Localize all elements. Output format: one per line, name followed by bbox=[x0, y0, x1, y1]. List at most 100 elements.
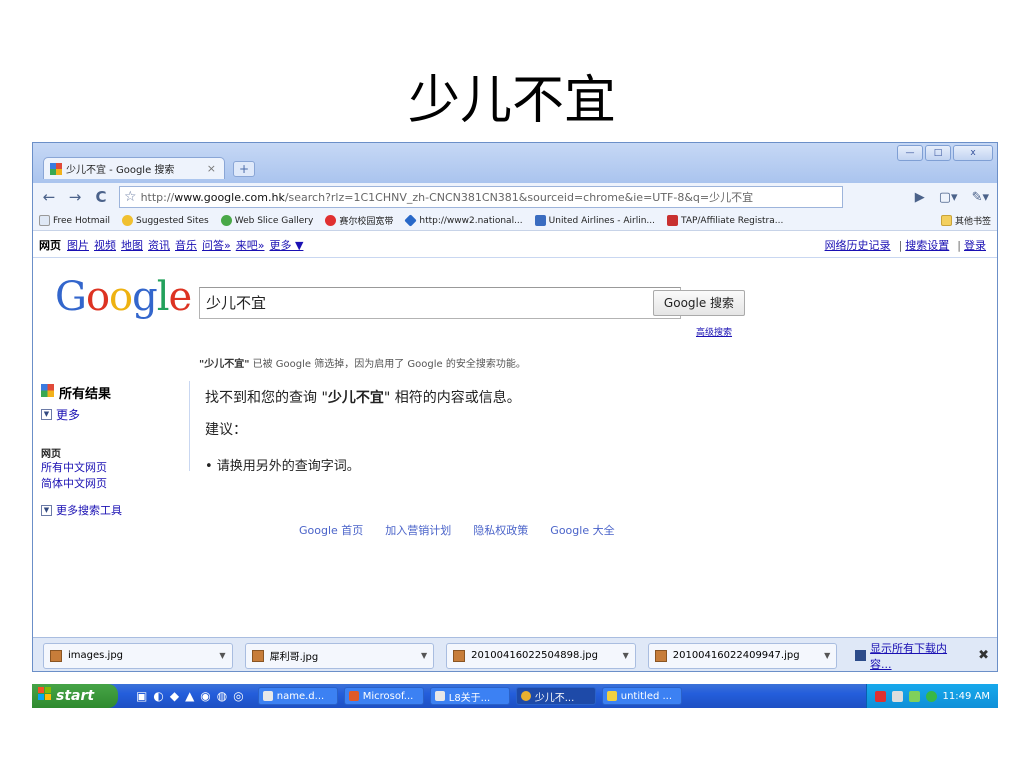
download-icon bbox=[855, 650, 867, 661]
gbar-link-images[interactable]: 图片 bbox=[67, 237, 89, 253]
maximize-button[interactable]: □ bbox=[925, 145, 951, 161]
suggestion-item: • 请换用另外的查询字词。 bbox=[205, 459, 360, 474]
google-search-button[interactable]: Google 搜索 bbox=[653, 290, 745, 316]
diamond-icon bbox=[404, 214, 418, 227]
footer-link-ads[interactable]: 加入营销计划 bbox=[385, 522, 451, 538]
minimize-button[interactable]: — bbox=[897, 145, 923, 161]
bookmark-star-icon[interactable]: ☆ bbox=[124, 189, 137, 205]
bookmark-item[interactable]: http://www2.national... bbox=[404, 214, 523, 227]
footer-link-home[interactable]: Google 首页 bbox=[299, 522, 363, 538]
bookmark-item[interactable]: Suggested Sites bbox=[122, 215, 209, 226]
download-item[interactable]: 犀利哥.jpg ▼ bbox=[244, 642, 435, 669]
back-icon[interactable]: ← bbox=[39, 188, 59, 206]
taskbar-button[interactable]: name.d... bbox=[257, 687, 338, 705]
quick-launch-icon[interactable]: ◍ bbox=[217, 689, 227, 703]
quick-launch-icon[interactable]: ◉ bbox=[200, 689, 210, 703]
quick-launch-icon[interactable]: ◆ bbox=[170, 689, 179, 703]
bookmark-item[interactable]: Web Slice Gallery bbox=[220, 215, 313, 226]
chevron-down-icon[interactable]: ▼ bbox=[824, 651, 830, 660]
download-item[interactable]: images.jpg ▼ bbox=[43, 642, 233, 669]
sign-in-link[interactable]: 登录 bbox=[964, 239, 986, 252]
document-icon bbox=[262, 691, 273, 701]
tray-icon[interactable] bbox=[874, 690, 886, 702]
gbar-link-music[interactable]: 音乐 bbox=[175, 237, 197, 253]
google-logo[interactable]: Google bbox=[55, 274, 192, 320]
tab-close-icon[interactable]: × bbox=[207, 162, 216, 175]
taskbar-button-active[interactable]: 少儿不... bbox=[515, 687, 596, 705]
taskbar-button[interactable]: L8关于... bbox=[429, 687, 510, 705]
paint-icon bbox=[606, 691, 617, 701]
download-item[interactable]: 20100416022409947.jpg ▼ bbox=[647, 642, 838, 669]
quick-launch-icon[interactable]: ◐ bbox=[153, 689, 163, 703]
gbar-link-answers[interactable]: 问答» bbox=[202, 237, 231, 253]
taskbar-button[interactable]: untitled ... bbox=[601, 687, 682, 705]
wrench-icon[interactable]: ✎▾ bbox=[972, 190, 989, 205]
bookmark-item[interactable]: United Airlines - Airlin... bbox=[534, 215, 655, 226]
quick-launch-icon[interactable]: ▣ bbox=[136, 689, 147, 703]
all-results[interactable]: 所有结果 bbox=[41, 383, 181, 402]
sidebar-more[interactable]: ▼ 更多 bbox=[41, 406, 181, 423]
window-controls: — □ x bbox=[897, 145, 993, 161]
download-item[interactable]: 20100416022504898.jpg ▼ bbox=[446, 642, 636, 669]
bookmarks-bar: Free Hotmail Suggested Sites Web Slice G… bbox=[33, 211, 997, 231]
tap-icon bbox=[667, 215, 679, 226]
other-bookmarks[interactable]: 其他书签 bbox=[940, 214, 991, 227]
document-icon bbox=[434, 691, 445, 701]
taskbar-button[interactable]: Microsof... bbox=[343, 687, 424, 705]
sidebar-link-all-chinese[interactable]: 所有中文网页 bbox=[41, 460, 181, 476]
web-history-link[interactable]: 网络历史记录 bbox=[825, 239, 891, 252]
gbar-link-video[interactable]: 视频 bbox=[94, 237, 116, 253]
bookmark-item[interactable]: 赛尔校园宽带 bbox=[325, 214, 393, 227]
close-window-button[interactable]: x bbox=[953, 145, 993, 161]
search-settings-link[interactable]: 搜索设置 bbox=[905, 239, 949, 252]
footer-link-all[interactable]: Google 大全 bbox=[550, 522, 614, 538]
sidebar-section-web: 网页 bbox=[41, 449, 61, 460]
close-downloads-icon[interactable]: ✖ bbox=[978, 648, 989, 663]
go-icon[interactable]: ▶ bbox=[915, 190, 925, 205]
chevron-down-icon[interactable]: ▼ bbox=[219, 651, 225, 660]
chevron-down-icon[interactable]: ▼ bbox=[623, 651, 629, 660]
left-sidebar: 所有结果 ▼ 更多 网页 所有中文网页 简体中文网页 ▼ 更多搜索工具 bbox=[41, 383, 181, 518]
network-icon[interactable] bbox=[908, 690, 920, 702]
shield-icon[interactable] bbox=[925, 690, 937, 702]
footer-links: Google 首页 加入营销计划 隐私权政策 Google 大全 bbox=[299, 522, 615, 538]
chevron-down-icon: ▼ bbox=[41, 504, 52, 516]
folder-icon bbox=[940, 215, 952, 226]
suggestions-label: 建议： bbox=[205, 422, 247, 438]
downloads-bar: images.jpg ▼ 犀利哥.jpg ▼ 20100416022504898.j… bbox=[33, 637, 997, 672]
chevron-down-icon[interactable]: ▼ bbox=[421, 651, 427, 660]
ie-icon bbox=[122, 215, 134, 226]
bookmark-item[interactable]: Free Hotmail bbox=[39, 215, 110, 226]
page-menu-icon[interactable]: ▢▾ bbox=[939, 190, 958, 205]
search-input[interactable]: 少儿不宜 bbox=[199, 287, 681, 319]
new-tab-button[interactable]: + bbox=[233, 161, 255, 177]
gbar-link-more[interactable]: 更多 ▼ bbox=[269, 237, 303, 253]
tab-strip: 少儿不宜 - Google 搜索 × + — □ x bbox=[33, 143, 997, 183]
gbar-link-maps[interactable]: 地图 bbox=[121, 237, 143, 253]
quick-launch-icon[interactable]: ▲ bbox=[185, 689, 194, 703]
windows-logo-icon bbox=[38, 687, 52, 705]
browser-window: 少儿不宜 - Google 搜索 × + — □ x ← → C ☆ http:… bbox=[32, 142, 998, 672]
quick-launch-icon[interactable]: ◎ bbox=[233, 689, 243, 703]
gbar-link-news[interactable]: 资讯 bbox=[148, 237, 170, 253]
office-icon bbox=[348, 691, 359, 701]
start-button[interactable]: start bbox=[32, 684, 118, 708]
tab-active[interactable]: 少儿不宜 - Google 搜索 × bbox=[43, 157, 225, 179]
system-tray: 11:49 AM bbox=[865, 684, 998, 708]
footer-link-privacy[interactable]: 隐私权政策 bbox=[473, 522, 528, 538]
safe-search-notice: "少儿不宜" 已被 Google 筛选掉，因为启用了 Google 的安全搜索功… bbox=[199, 359, 526, 370]
help-icon[interactable] bbox=[891, 690, 903, 702]
gbar-link-laiba[interactable]: 来吧» bbox=[236, 237, 265, 253]
bookmark-item[interactable]: TAP/Affiliate Registra... bbox=[667, 215, 783, 226]
chrome-icon bbox=[520, 691, 531, 701]
forward-icon[interactable]: → bbox=[65, 188, 85, 206]
advanced-search-link[interactable]: 高级搜索 bbox=[696, 325, 732, 338]
show-all-downloads-link[interactable]: 显示所有下载内容... bbox=[855, 640, 966, 672]
toolbar-right: ▶ ▢▾ ✎▾ bbox=[915, 190, 989, 205]
more-search-tools[interactable]: ▼ 更多搜索工具 bbox=[41, 502, 181, 518]
address-bar[interactable]: ☆ http://www.google.com.hk/search?rlz=1C… bbox=[119, 186, 843, 208]
reload-icon[interactable]: C bbox=[91, 188, 111, 206]
sidebar-link-simplified[interactable]: 简体中文网页 bbox=[41, 476, 181, 492]
image-file-icon bbox=[654, 649, 667, 662]
browser-toolbar: ← → C ☆ http://www.google.com.hk/search?… bbox=[33, 183, 997, 211]
